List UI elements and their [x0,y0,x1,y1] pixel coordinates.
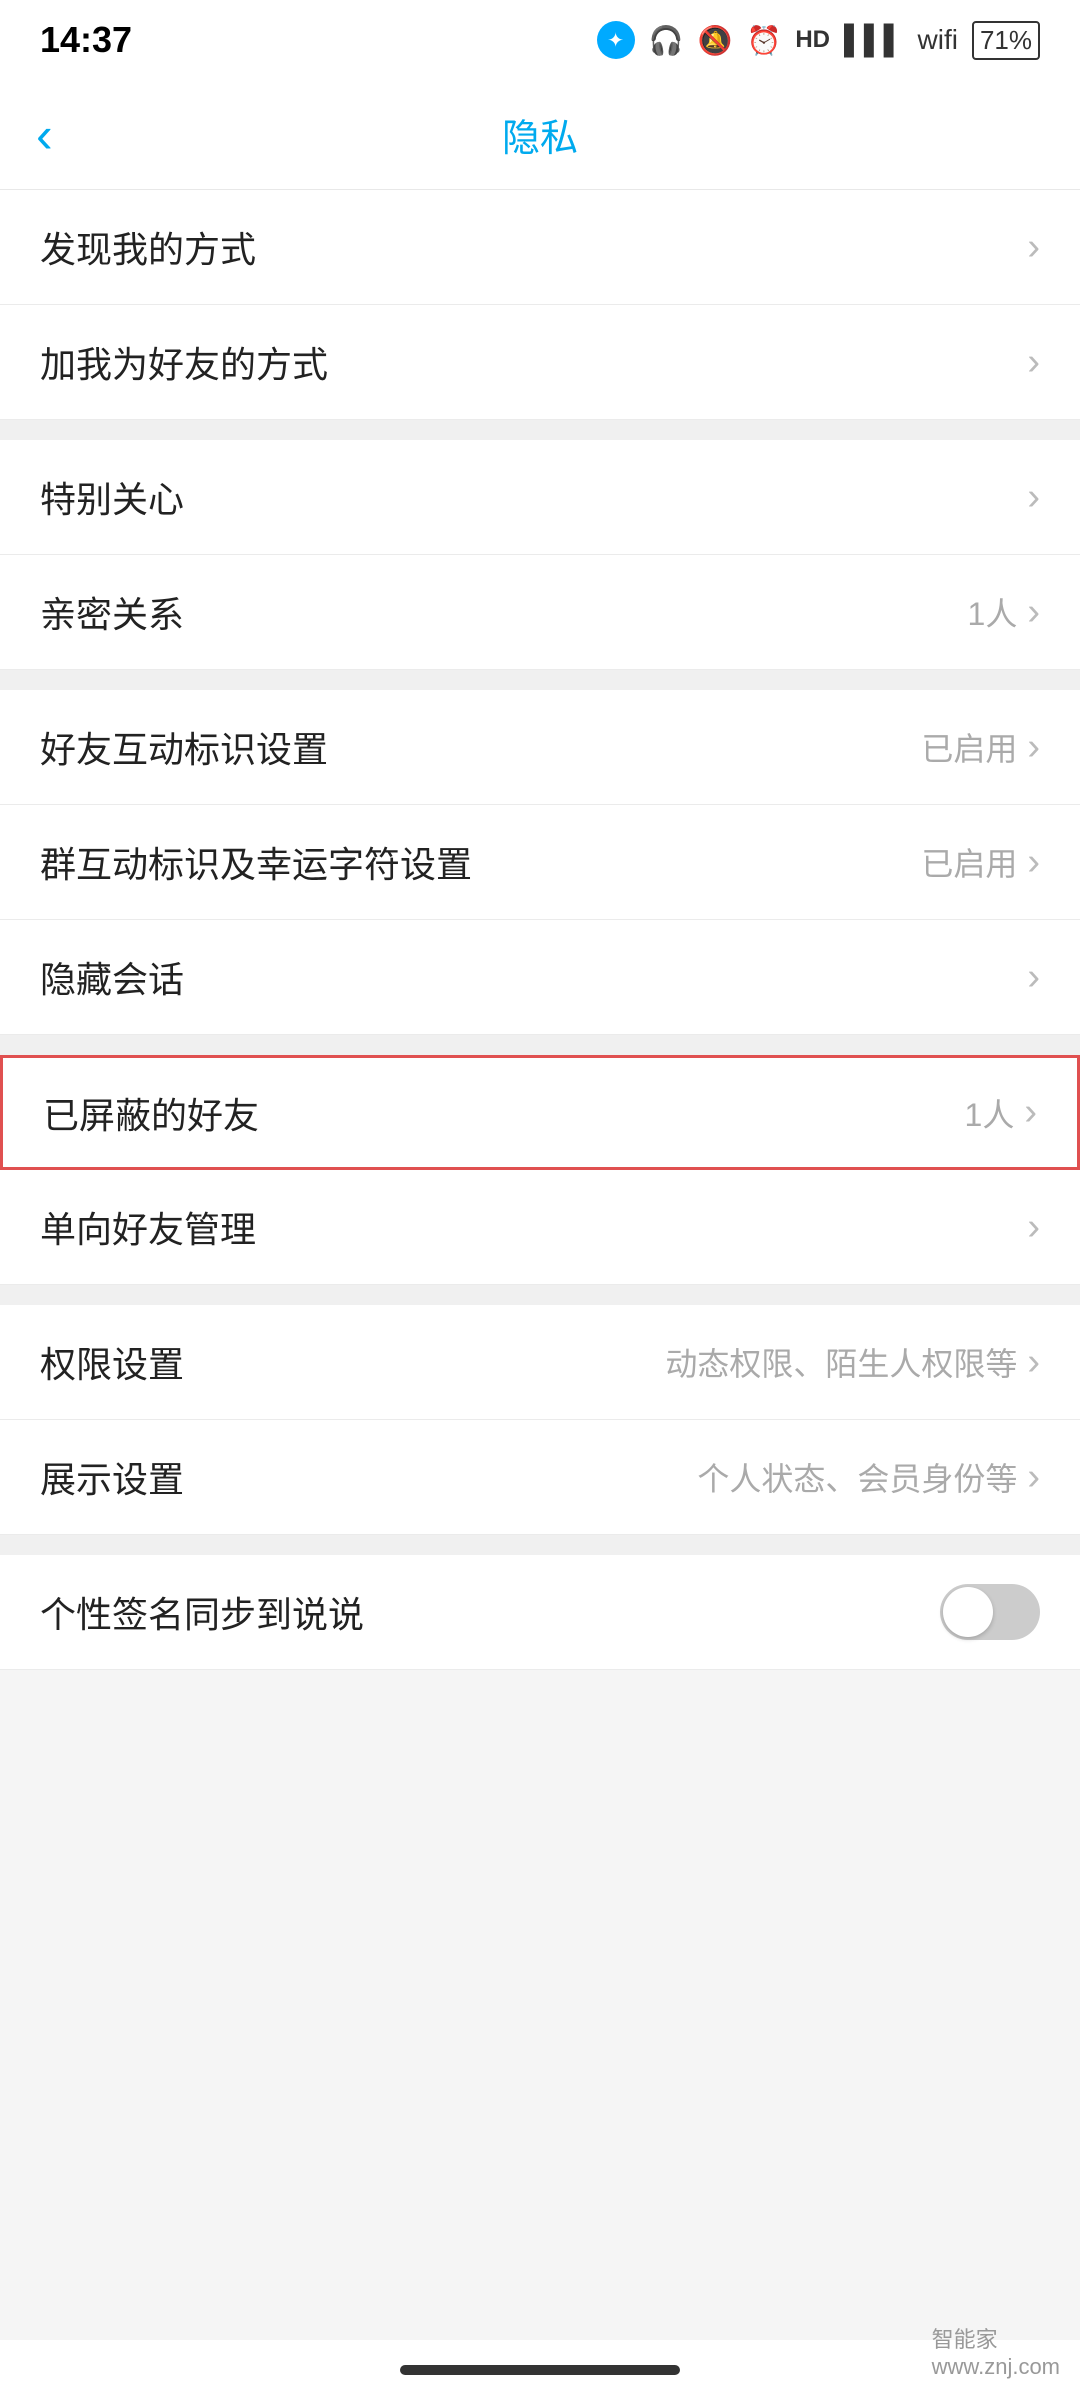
menu-item-hide-chat[interactable]: 隐藏会话 › [0,920,1080,1035]
status-bar: 14:37 ✦ 🎧 🔕 ⏰ HD ▌▌▌ wifi 71% [0,0,1080,80]
menu-item-label-signature-sync: 个性签名同步到说说 [40,1586,364,1638]
menu-item-label-hide-chat: 隐藏会话 [40,951,184,1003]
chevron-icon-intimate-relations: › [1027,591,1040,634]
battery-indicator: 71% [972,21,1040,60]
menu-item-right-hide-chat: › [1027,956,1040,999]
menu-item-special-care[interactable]: 特别关心 › [0,440,1080,555]
nav-bar: ‹ 隐私 [0,80,1080,190]
menu-item-label-friend-interaction-badge: 好友互动标识设置 [40,721,328,773]
chevron-icon-hide-chat: › [1027,956,1040,999]
section-gap [0,1035,1080,1055]
menu-item-label-add-friend-ways: 加我为好友的方式 [40,336,328,388]
menu-item-label-blocked-friends: 已屏蔽的好友 [43,1087,259,1139]
menu-item-right-signature-sync [940,1584,1040,1640]
menu-item-right-group-interaction-badge: 已启用› [921,839,1040,885]
chevron-icon-friend-interaction-badge: › [1027,726,1040,769]
section-gap [0,1285,1080,1305]
menu-item-one-way-friend[interactable]: 单向好友管理 › [0,1170,1080,1285]
status-icons: ✦ 🎧 🔕 ⏰ HD ▌▌▌ wifi 71% [597,21,1040,60]
menu-item-display-settings[interactable]: 展示设置 个人状态、会员身份等› [0,1420,1080,1535]
section-gap [0,420,1080,440]
menu-list: 发现我的方式›加我为好友的方式›特别关心›亲密关系1人›好友互动标识设置已启用›… [0,190,1080,1670]
home-indicator [0,2340,1080,2400]
chevron-icon-permission-settings: › [1027,1341,1040,1384]
alarm-icon: ⏰ [746,24,781,57]
menu-item-label-group-interaction-badge: 群互动标识及幸运字符设置 [40,836,472,888]
chevron-icon-discover-ways: › [1027,226,1040,269]
menu-item-label-intimate-relations: 亲密关系 [40,586,184,638]
menu-item-label-discover-ways: 发现我的方式 [40,221,256,273]
chevron-icon-special-care: › [1027,476,1040,519]
menu-item-friend-interaction-badge[interactable]: 好友互动标识设置 已启用› [0,690,1080,805]
menu-item-label-display-settings: 展示设置 [40,1451,184,1503]
menu-item-label-special-care: 特别关心 [40,471,184,523]
home-bar [400,2365,680,2375]
menu-item-value-friend-interaction-badge: 已启用 [921,724,1017,770]
menu-item-right-discover-ways: › [1027,226,1040,269]
menu-item-right-add-friend-ways: › [1027,341,1040,384]
menu-item-right-display-settings: 个人状态、会员身份等› [697,1454,1040,1500]
menu-item-right-friend-interaction-badge: 已启用› [921,724,1040,770]
menu-item-add-friend-ways[interactable]: 加我为好友的方式 › [0,305,1080,420]
menu-item-group-interaction-badge[interactable]: 群互动标识及幸运字符设置 已启用› [0,805,1080,920]
chevron-icon-blocked-friends: › [1024,1091,1037,1134]
menu-item-right-blocked-friends: 1人› [965,1090,1037,1136]
menu-item-intimate-relations[interactable]: 亲密关系 1人› [0,555,1080,670]
chevron-icon-one-way-friend: › [1027,1206,1040,1249]
menu-item-right-intimate-relations: 1人› [968,589,1040,635]
watermark: 智能家www.znj.com [932,2322,1060,2380]
menu-item-value-blocked-friends: 1人 [965,1090,1015,1136]
menu-item-label-one-way-friend: 单向好友管理 [40,1201,256,1253]
menu-item-value-permission-settings: 动态权限、陌生人权限等 [665,1339,1017,1385]
bell-icon: 🔕 [698,24,733,57]
wifi-icon: wifi [918,24,958,56]
menu-item-value-group-interaction-badge: 已启用 [921,839,1017,885]
back-chevron-icon: ‹ [36,106,53,164]
menu-item-blocked-friends[interactable]: 已屏蔽的好友 1人› [0,1055,1080,1170]
headphone-icon: 🎧 [649,24,684,57]
chevron-icon-display-settings: › [1027,1456,1040,1499]
chevron-icon-add-friend-ways: › [1027,341,1040,384]
menu-item-value-display-settings: 个人状态、会员身份等 [697,1454,1017,1500]
section-gap [0,670,1080,690]
signal-icon: ▌▌▌ [844,24,904,56]
chevron-icon-group-interaction-badge: › [1027,841,1040,884]
back-button[interactable]: ‹ [36,106,53,164]
hd-icon: HD [795,26,830,54]
toggle-signature-sync[interactable] [940,1584,1040,1640]
menu-item-right-special-care: › [1027,476,1040,519]
status-time: 14:37 [40,19,132,61]
page-title: 隐私 [502,107,578,162]
toggle-knob-signature-sync [943,1587,993,1637]
menu-item-permission-settings[interactable]: 权限设置 动态权限、陌生人权限等› [0,1305,1080,1420]
menu-item-value-intimate-relations: 1人 [968,589,1018,635]
menu-item-signature-sync[interactable]: 个性签名同步到说说 [0,1555,1080,1670]
menu-item-right-permission-settings: 动态权限、陌生人权限等› [665,1339,1040,1385]
app-icon: ✦ [597,21,635,59]
menu-item-label-permission-settings: 权限设置 [40,1336,184,1388]
section-gap [0,1535,1080,1555]
menu-item-right-one-way-friend: › [1027,1206,1040,1249]
menu-item-discover-ways[interactable]: 发现我的方式 › [0,190,1080,305]
